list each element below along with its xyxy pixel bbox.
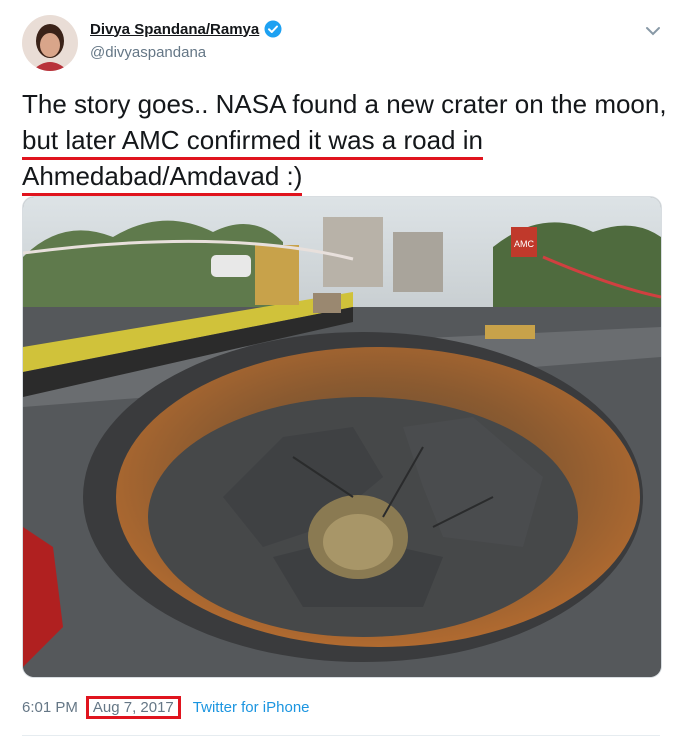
tweet-text-part3: Ahmedabad/Amdavad :): [22, 161, 303, 196]
tweet-photo[interactable]: AMC: [22, 196, 662, 678]
tweet-text-part2: but later AMC confirmed it was a road in: [22, 125, 483, 160]
author-name[interactable]: Divya Spandana/Ramya: [90, 21, 259, 38]
author-name-row: Divya Spandana/Ramya: [90, 20, 282, 38]
tweet-text: The story goes.. NASA found a new crater…: [22, 86, 672, 196]
tweet-card: Divya Spandana/Ramya @divyaspandana The …: [0, 0, 688, 748]
chevron-down-icon[interactable]: [644, 22, 662, 40]
author-handle[interactable]: @divyaspandana: [90, 44, 206, 61]
tweet-date[interactable]: Aug 7, 2017: [85, 696, 181, 719]
tweet-source-link[interactable]: Twitter for iPhone: [193, 699, 310, 716]
verified-badge-icon: [264, 20, 282, 38]
tweet-text-part1: The story goes.. NASA found a new crater…: [22, 89, 667, 119]
tweet-time[interactable]: 6:01 PM: [22, 699, 78, 716]
author-avatar[interactable]: [22, 15, 78, 71]
amc-sign-text: AMC: [514, 239, 535, 249]
divider: [22, 735, 660, 736]
tweet-meta: 6:01 PM Aug 7, 2017 Twitter for iPhone: [22, 696, 310, 719]
